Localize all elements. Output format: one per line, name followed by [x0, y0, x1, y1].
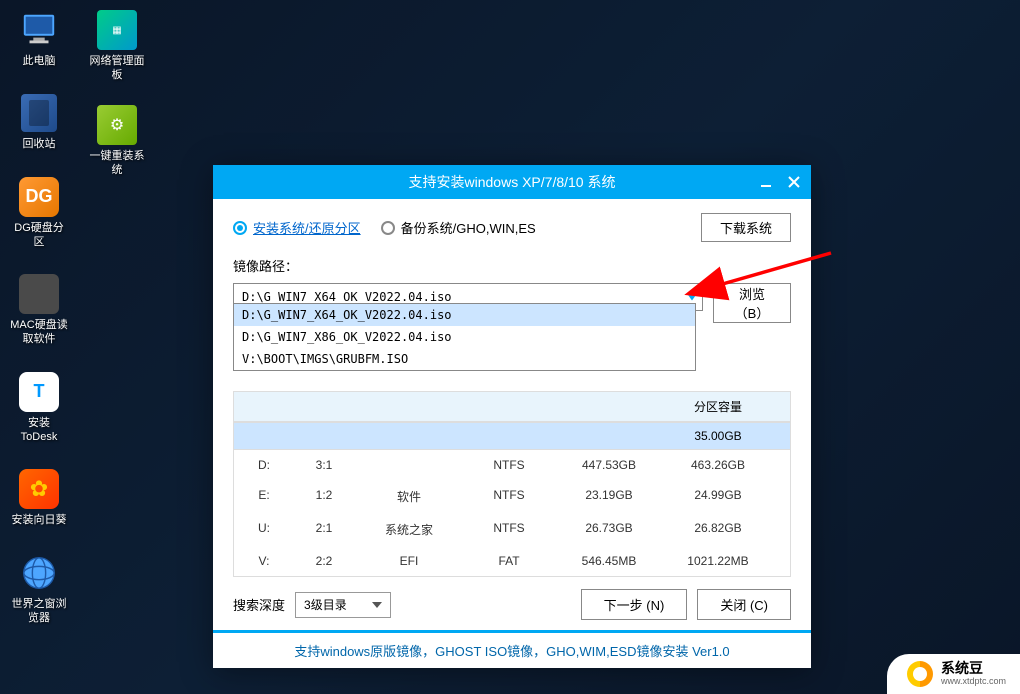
radio-install-label: 安装系统/还原分区	[253, 218, 361, 237]
icon-label: 回收站	[23, 137, 56, 151]
table-row[interactable]: V: 2:2 EFI FAT 546.45MB 1021.22MB	[234, 546, 790, 576]
desktop-icon-network[interactable]: ▦ 网络管理面板	[88, 10, 146, 83]
network-icon: ▦	[97, 10, 137, 50]
watermark-main: 系统豆	[941, 661, 1006, 676]
sunflower-icon	[19, 469, 59, 509]
watermark: 系统豆 www.xtdptc.com	[887, 654, 1020, 694]
cell-used: 26.73GB	[554, 521, 664, 538]
recyclebin-icon	[19, 93, 59, 133]
next-button[interactable]: 下一步 (N)	[581, 589, 688, 620]
desktop-icon-todesk[interactable]: T 安装ToDesk	[10, 372, 68, 445]
cell-fs: NTFS	[464, 458, 554, 472]
dropdown-item[interactable]: D:\G_WIN7_X86_OK_V2022.04.iso	[234, 326, 695, 348]
cell-used: 447.53GB	[554, 458, 664, 472]
radio-icon	[381, 221, 395, 235]
desktop-icon-reinstall[interactable]: ⚙ 一键重装系统	[88, 105, 146, 178]
download-system-button[interactable]: 下载系统	[701, 213, 791, 242]
globe-icon	[19, 553, 59, 593]
monitor-icon	[19, 10, 59, 50]
icon-label: DG硬盘分区	[10, 221, 68, 250]
radio-icon	[233, 221, 247, 235]
desktop-icon-browser[interactable]: 世界之窗浏览器	[10, 553, 68, 626]
partition-table: 分区容量 35.00GB D: 3:1 NTFS 447.53GB 463.26…	[233, 391, 791, 577]
reinstall-icon: ⚙	[97, 105, 137, 145]
desktop-icon-dg[interactable]: DG DG硬盘分区	[10, 177, 68, 250]
cell-idx: 2:1	[294, 521, 354, 538]
cell-idx: 3:1	[294, 458, 354, 472]
combo-value: D:\G_WIN7_X64_OK_V2022.04.iso	[242, 290, 452, 304]
watermark-sub: www.xtdptc.com	[941, 677, 1006, 687]
radio-backup[interactable]: 备份系统/GHO,WIN,ES	[381, 218, 536, 237]
radio-backup-label: 备份系统/GHO,WIN,ES	[401, 218, 536, 237]
cell-vol	[354, 458, 464, 472]
cell-cap: 26.82GB	[664, 521, 790, 538]
install-dialog: 支持安装windows XP/7/8/10 系统 安装系统/还原分区 备份系统/…	[213, 165, 811, 668]
todesk-icon: T	[19, 372, 59, 412]
cell-fs: FAT	[464, 554, 554, 568]
cell-drive: E:	[234, 488, 294, 505]
radio-install[interactable]: 安装系统/还原分区	[233, 218, 361, 237]
cell-idx: 1:2	[294, 488, 354, 505]
search-depth-select[interactable]: 3级目录	[295, 592, 391, 618]
icon-label: 安装ToDesk	[10, 416, 68, 445]
table-row[interactable]: U: 2:1 系统之家 NTFS 26.73GB 26.82GB	[234, 513, 790, 546]
search-depth-label: 搜索深度	[233, 595, 285, 614]
macdisk-icon	[19, 274, 59, 314]
cell-cap: 24.99GB	[664, 488, 790, 505]
icon-label: MAC硬盘读取软件	[10, 318, 68, 347]
cell-vol: EFI	[354, 554, 464, 568]
table-row[interactable]: D: 3:1 NTFS 447.53GB 463.26GB	[234, 450, 790, 480]
cell-drive: D:	[234, 458, 294, 472]
cell-cap: 463.26GB	[664, 458, 790, 472]
image-path-dropdown: D:\G_WIN7_X64_OK_V2022.04.iso D:\G_WIN7_…	[233, 303, 696, 371]
close-button[interactable]	[785, 173, 803, 191]
cell-cap: 1021.22MB	[664, 554, 790, 568]
dialog-body: 安装系统/还原分区 备份系统/GHO,WIN,ES 下载系统 镜像路径： D:\…	[213, 199, 811, 630]
footer-text: 支持windows原版镜像，GHOST ISO镜像，GHO,WIM,ESD镜像安…	[213, 630, 811, 668]
window-title: 支持安装windows XP/7/8/10 系统	[409, 172, 616, 192]
titlebar[interactable]: 支持安装windows XP/7/8/10 系统	[213, 165, 811, 199]
chevron-down-icon	[687, 294, 697, 301]
cell-idx: 2:2	[294, 554, 354, 568]
icon-label: 一键重装系统	[88, 149, 146, 178]
icon-label: 此电脑	[23, 54, 56, 68]
col-partition-capacity: 分区容量	[664, 398, 790, 415]
cell-fs: NTFS	[464, 488, 554, 505]
desktop-icon-sunflower[interactable]: 安装向日葵	[10, 469, 68, 527]
table-header: 分区容量	[234, 391, 790, 422]
image-path-label: 镜像路径：	[233, 256, 791, 275]
depth-value: 3级目录	[304, 596, 347, 613]
cell-drive: V:	[234, 554, 294, 568]
icon-label: 世界之窗浏览器	[10, 597, 68, 626]
watermark-logo-icon	[907, 661, 933, 687]
close-dialog-button[interactable]: 关闭 (C)	[697, 589, 791, 620]
cell-used: 23.19GB	[554, 488, 664, 505]
desktop-icon-thispc[interactable]: 此电脑	[10, 10, 68, 68]
cell-drive: U:	[234, 521, 294, 538]
dropdown-item[interactable]: V:\BOOT\IMGS\GRUBFM.ISO	[234, 348, 695, 370]
desktop-icons: 此电脑 回收站 DG DG硬盘分区 MAC硬盘读取软件 T 安装ToDesk 安…	[10, 10, 68, 625]
cell-vol: 软件	[354, 488, 464, 505]
table-row[interactable]: E: 1:2 软件 NTFS 23.19GB 24.99GB	[234, 480, 790, 513]
diskgenius-icon: DG	[19, 177, 59, 217]
dropdown-item[interactable]: D:\G_WIN7_X64_OK_V2022.04.iso	[234, 304, 695, 326]
table-row-selected[interactable]: 35.00GB	[234, 422, 790, 450]
desktop-icon-recycle[interactable]: 回收站	[10, 93, 68, 151]
cell-cap: 35.00GB	[664, 429, 790, 443]
desktop-icon-mac[interactable]: MAC硬盘读取软件	[10, 274, 68, 347]
browse-button[interactable]: 浏览（B）	[713, 283, 791, 323]
cell-fs: NTFS	[464, 521, 554, 538]
icon-label: 安装向日葵	[12, 513, 67, 527]
minimize-button[interactable]	[757, 173, 775, 191]
icon-label: 网络管理面板	[88, 54, 146, 83]
cell-used: 546.45MB	[554, 554, 664, 568]
cell-vol: 系统之家	[354, 521, 464, 538]
